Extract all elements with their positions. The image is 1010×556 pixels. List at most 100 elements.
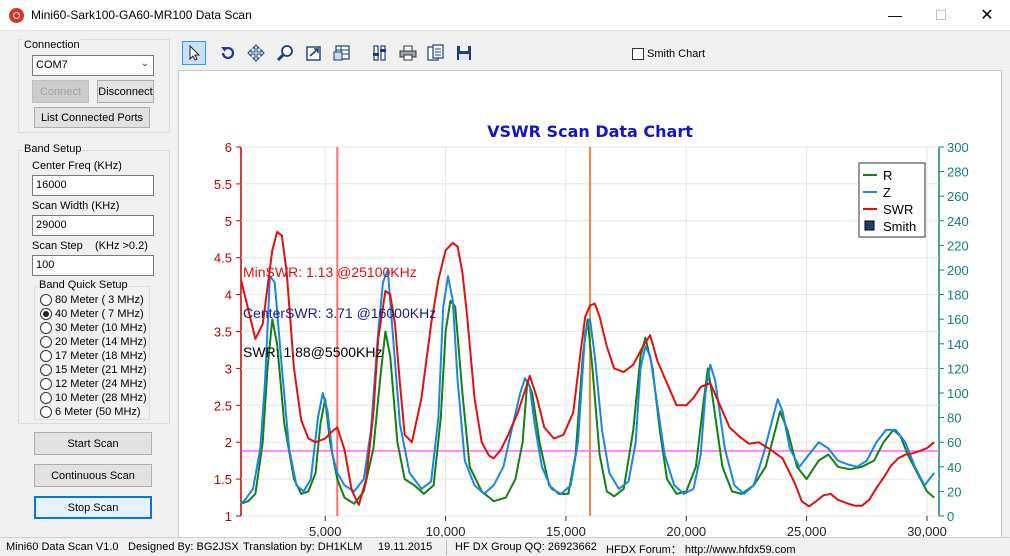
band-radio-item[interactable]: 15 Meter (21 MHz) [40,363,147,377]
status-version: Mini60 Data Scan V1.0 [6,541,119,553]
chart-panel[interactable]: VSWR Scan Data Chart 1 1.5 2 2.5 3 3.5 4 4.5 5 5.5… [178,70,1002,556]
band-radio-button[interactable] [40,294,52,306]
status-date: 19.11.2015 [378,541,433,553]
y-right-tick-label: 0 [947,509,954,524]
y-right-tick-label: 140 [947,337,969,352]
band-radio-label: 10 Meter (28 MHz) [55,392,147,404]
port-select[interactable]: COM7 ⌄ [32,55,154,76]
chart-title: VSWR Scan Data Chart [487,122,693,141]
scan-width-input[interactable]: 29000 [32,215,154,236]
scan-step-input[interactable]: 100 [32,255,154,276]
y-left-tick-label: 4 [225,288,232,303]
y-right-tick-label: 240 [947,214,969,229]
list-ports-button[interactable]: List Connected Ports [34,107,150,128]
band-radio-label: 80 Meter ( 3 MHz) [55,294,144,306]
pointer-icon[interactable] [182,41,206,65]
legend-label: Z [883,185,891,200]
status-bar: Mini60 Data Scan V1.0 Designed By: BG2JS… [0,537,1010,556]
legend-label: Smith [883,219,916,234]
y-right-tick-label: 280 [947,165,969,180]
y-right-tick-label: 220 [947,238,969,253]
y-right-tick-label: 40 [947,460,961,475]
band-radio-item[interactable]: 12 Meter (24 MHz) [40,377,147,391]
status-divider [446,540,447,555]
vswr-chart[interactable]: VSWR Scan Data Chart 1 1.5 2 2.5 3 3.5 4 4.5 5 5.5… [179,71,1001,556]
y-left-tick-label: 3.5 [214,325,232,340]
smith-chart-toggle[interactable]: Smith Chart [632,48,705,60]
y-left-tick-label: 2 [225,435,232,450]
print-icon[interactable] [396,41,420,65]
band-radio-button[interactable] [40,406,52,418]
chart-annotation: MinSWR: 1.13 @25100KHz [243,264,417,280]
start-scan-button[interactable]: Start Scan [34,432,152,455]
status-designer: Designed By: BG2JSX [128,541,239,553]
maximize-button[interactable]: ☐ [918,0,964,31]
band-radio-button[interactable] [40,392,52,404]
band-radio-button[interactable] [40,336,52,348]
band-radio-item[interactable]: 17 Meter (18 MHz) [40,349,147,363]
disconnect-button[interactable]: Disconnect [97,80,154,103]
band-radio-button[interactable] [40,308,52,320]
move-icon[interactable] [244,41,268,65]
band-radio-button[interactable] [40,364,52,376]
band-radio-item[interactable]: 80 Meter ( 3 MHz) [40,293,144,307]
close-button[interactable]: ✕ [964,0,1010,31]
scan-step-hint: (KHz >0.2) [95,240,148,252]
band-radio-button[interactable] [40,378,52,390]
band-radio-label: 6 Meter (50 MHz) [55,406,141,418]
y-left-tick-label: 3 [225,361,232,376]
legend-label: SWR [883,202,913,217]
minimize-button[interactable]: — [872,0,918,31]
y-right-tick-label: 60 [947,435,961,450]
save-icon[interactable] [452,41,476,65]
status-group: HF DX Group QQ: 26923662 [455,541,597,553]
band-radio-button[interactable] [40,350,52,362]
band-radio-button[interactable] [40,322,52,334]
client-area: Connection COM7 ⌄ Connect Disconnect Lis… [0,31,1010,556]
band-radio-item[interactable]: 20 Meter (14 MHz) [40,335,147,349]
y-left-tick-label: 2.5 [214,398,232,413]
y-left-tick-label: 5 [225,214,232,229]
window-title: Mini60-Sark100-GA60-MR100 Data Scan [31,8,252,22]
band-setup-label: Band Setup [23,143,83,155]
y-left-tick-label: 6 [225,140,232,155]
center-freq-input[interactable]: 16000 [32,175,154,196]
stop-scan-button[interactable]: Stop Scan [34,496,152,519]
y-right-tick-label: 20 [947,484,961,499]
smith-chart-checkbox[interactable] [632,48,644,60]
scan-width-label: Scan Width (KHz) [32,200,120,212]
y-right-tick-label: 200 [947,263,969,278]
y-left-tick-label: 5.5 [214,177,232,192]
y-right-tick-label: 100 [947,386,969,401]
chevron-down-icon[interactable]: ⌄ [141,58,149,69]
y-right-tick-label: 120 [947,361,969,376]
y-left-tick-label: 1.5 [214,472,232,487]
zoom-icon[interactable] [274,41,298,65]
y-left-tick-label: 4.5 [214,251,232,266]
continuous-scan-button[interactable]: Continuous Scan [34,464,152,487]
status-translation: Translation by: DH1KLM [243,541,363,553]
copy-icon[interactable] [424,41,448,65]
export-icon[interactable] [302,41,326,65]
center-freq-label: Center Freq (KHz) [32,160,122,172]
band-radio-item[interactable]: 6 Meter (50 MHz) [40,405,141,419]
band-radio-item[interactable]: 30 Meter (10 MHz) [40,321,147,335]
band-radio-label: 40 Meter ( 7 MHz) [55,308,144,320]
rotate-icon[interactable] [216,41,240,65]
band-radio-label: 20 Meter (14 MHz) [55,336,147,348]
title-bar: Mini60-Sark100-GA60-MR100 Data Scan — ☐ … [0,0,1010,31]
band-radio-item[interactable]: 40 Meter ( 7 MHz) [40,307,144,321]
legend-swatch [864,220,875,231]
band-radio-item[interactable]: 10 Meter (28 MHz) [40,391,147,405]
table-icon[interactable] [330,41,354,65]
properties-icon[interactable] [368,41,392,65]
port-select-value: COM7 [36,59,68,71]
y-left-tick-label: 1 [225,509,232,524]
chart-toolbar: Smith Chart [178,39,1002,69]
y-right-tick-label: 300 [947,140,969,155]
smith-chart-label: Smith Chart [647,48,706,60]
y-right-tick-label: 180 [947,288,969,303]
connect-button[interactable]: Connect [32,80,89,103]
connection-group-label: Connection [23,39,81,51]
band-radio-label: 15 Meter (21 MHz) [55,364,147,376]
